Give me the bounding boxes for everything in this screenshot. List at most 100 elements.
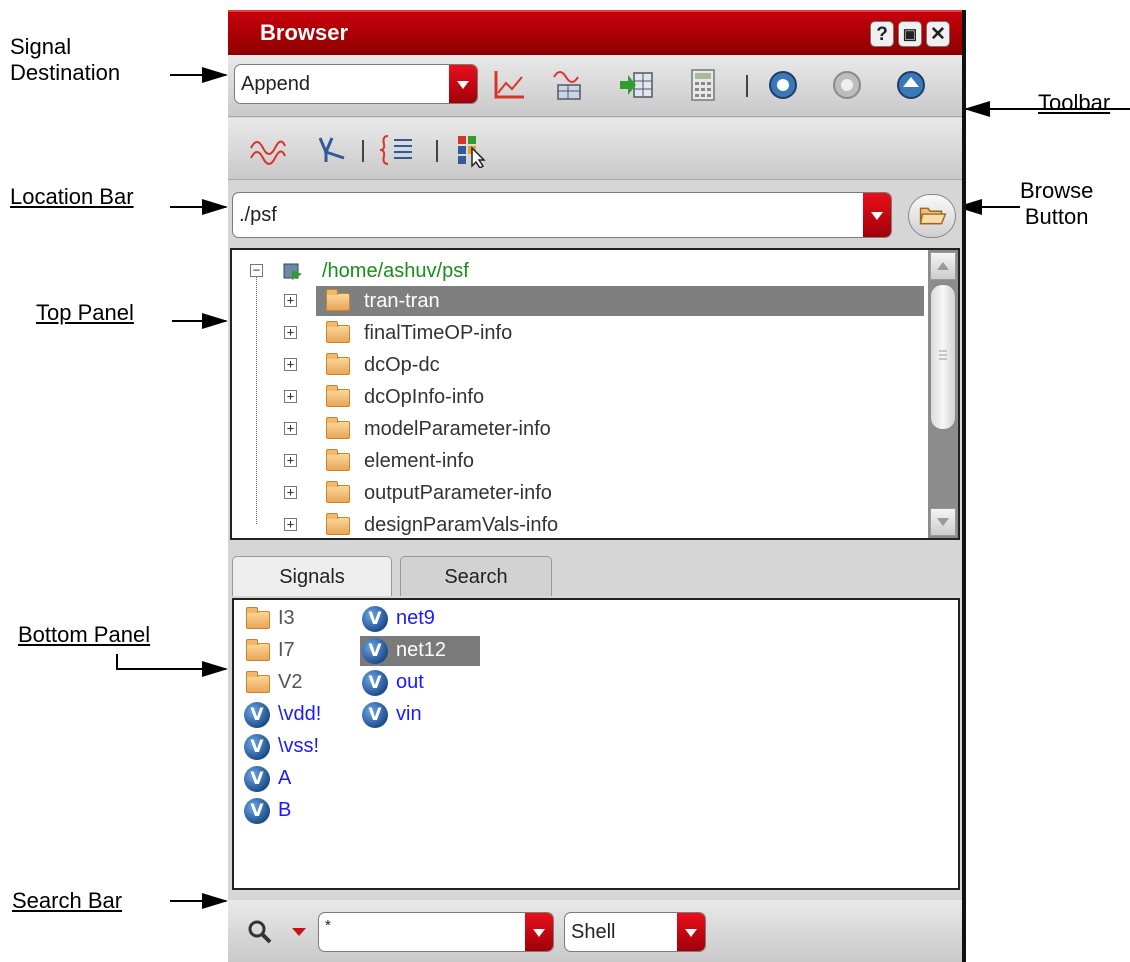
annotation-top-panel: Top Panel	[36, 300, 134, 325]
chevron-down-icon[interactable]	[863, 193, 891, 237]
expand-icon[interactable]: +	[284, 390, 297, 403]
search-mode-value: Shell	[571, 921, 616, 943]
arrow-toolbar	[964, 101, 1028, 117]
list-item[interactable]: V net9	[360, 604, 480, 634]
tree-item-label: tran-tran	[364, 290, 440, 312]
scroll-thumb[interactable]	[930, 284, 956, 430]
search-options-chevron-icon[interactable]	[290, 926, 308, 938]
chevron-down-icon[interactable]	[449, 65, 477, 103]
annotation-toolbar: Toolbar	[1038, 90, 1111, 115]
search-bar: * Shell	[228, 900, 962, 962]
close-button[interactable]: ✕	[926, 21, 950, 47]
signal-label: net12	[396, 639, 447, 661]
up-icon[interactable]	[892, 67, 930, 103]
tree-item-label: finalTimeOP-info	[364, 322, 513, 344]
expand-icon[interactable]: +	[284, 358, 297, 371]
top-panel: − /home/ashuv/psf + tran-tran + finalTim…	[230, 248, 960, 540]
annotation-signal-destination: Signal Destination	[10, 34, 121, 85]
toolbar-separator	[362, 140, 364, 162]
list-item[interactable]: V2	[242, 668, 352, 698]
back-icon[interactable]	[764, 67, 802, 103]
search-value: *	[325, 917, 331, 934]
tree-item[interactable]: + finalTimeOP-info	[232, 318, 922, 348]
signal-label: I3	[278, 607, 295, 629]
folder-icon	[326, 289, 350, 311]
tab-bar: Signals Search	[228, 556, 962, 598]
search-icon[interactable]	[246, 918, 274, 946]
signal-label: A	[278, 767, 292, 789]
list-item[interactable]: V \vdd!	[242, 700, 352, 730]
tree-item[interactable]: + outputParameter-info	[232, 478, 922, 508]
list-item[interactable]: V B	[242, 796, 352, 826]
add-plot-icon[interactable]	[550, 67, 588, 103]
list-icon[interactable]	[378, 132, 416, 168]
calculator-icon[interactable]	[684, 67, 722, 103]
tree-item[interactable]: + element-info	[232, 446, 922, 476]
tree-item[interactable]: + designParamVals-info	[232, 510, 922, 538]
expand-icon[interactable]: +	[284, 294, 297, 307]
float-button[interactable]: ▣	[898, 21, 922, 47]
folder-icon	[326, 449, 350, 471]
search-input[interactable]: *	[318, 912, 554, 952]
tab-signals[interactable]: Signals	[232, 556, 392, 596]
tree-item[interactable]: + dcOp-dc	[232, 350, 922, 380]
signal-label: net9	[396, 607, 435, 629]
collapse-icon[interactable]: −	[250, 264, 263, 277]
signal-label: \vss!	[278, 735, 320, 757]
arrow-bottom-panel	[116, 661, 228, 677]
list-item[interactable]: I7	[242, 636, 352, 666]
bottom-panel: I3 I7 V2 V \vdd! V \vss! V A V B V net9 …	[232, 598, 960, 890]
tab-search[interactable]: Search	[400, 556, 552, 596]
location-bar[interactable]: ./psf	[232, 192, 892, 238]
list-item[interactable]: V \vss!	[242, 732, 352, 762]
tree-item[interactable]: + modelParameter-info	[232, 414, 922, 444]
axis-icon[interactable]	[312, 132, 350, 168]
signal-destination-select[interactable]: Append	[234, 64, 478, 104]
help-button[interactable]: ?	[870, 21, 894, 47]
signal-destination-value: Append	[241, 73, 310, 95]
select-icon[interactable]	[454, 132, 492, 168]
signal-label: \vdd!	[278, 703, 322, 725]
folder-icon	[326, 353, 350, 375]
table-export-icon[interactable]	[618, 67, 656, 103]
tree-item[interactable]: + dcOpInfo-info	[232, 382, 922, 412]
scroll-down-icon	[937, 518, 949, 526]
scroll-up-button[interactable]	[930, 252, 956, 280]
tree-item-label: element-info	[364, 450, 475, 472]
search-mode-select[interactable]: Shell	[564, 912, 706, 952]
chevron-down-icon[interactable]	[525, 913, 553, 951]
vertical-scrollbar[interactable]	[928, 250, 958, 538]
title-bar[interactable]: Browser ? ▣ ✕	[228, 10, 962, 55]
tree-root[interactable]: − /home/ashuv/psf	[232, 256, 922, 286]
list-item[interactable]: V A	[242, 764, 352, 794]
folder-open-icon	[919, 207, 947, 225]
grip-icon	[939, 350, 947, 360]
expand-icon[interactable]: +	[284, 454, 297, 467]
list-item[interactable]: I3	[242, 604, 352, 634]
arrow-top-panel	[172, 313, 228, 329]
expand-icon[interactable]: +	[284, 422, 297, 435]
signal-icon: V	[362, 670, 388, 696]
expand-icon[interactable]: +	[284, 326, 297, 339]
list-item[interactable]: V out	[360, 668, 480, 698]
annotation-bottom-panel: Bottom Panel	[18, 622, 151, 647]
signal-icon: V	[362, 702, 388, 728]
arrow-signal-destination	[170, 67, 228, 83]
scroll-down-button[interactable]	[930, 508, 956, 536]
waveform-icon[interactable]	[248, 132, 286, 168]
folder-icon	[326, 417, 350, 439]
browse-button[interactable]	[908, 194, 956, 238]
toolbar-separator	[436, 140, 438, 162]
tree-item[interactable]: + tran-tran	[232, 286, 922, 316]
signal-label: B	[278, 799, 292, 821]
chevron-down-icon[interactable]	[677, 913, 705, 951]
tree-item-label: dcOpInfo-info	[364, 386, 485, 408]
toolbar-separator	[746, 75, 748, 97]
expand-icon[interactable]: +	[284, 486, 297, 499]
plot-icon[interactable]	[490, 67, 528, 103]
expand-icon[interactable]: +	[284, 518, 297, 531]
forward-icon[interactable]	[828, 67, 866, 103]
annotation-browse-button: Browse Button	[1020, 178, 1094, 229]
list-item[interactable]: V vin	[360, 700, 480, 730]
list-item-selected[interactable]: V net12	[360, 636, 480, 666]
